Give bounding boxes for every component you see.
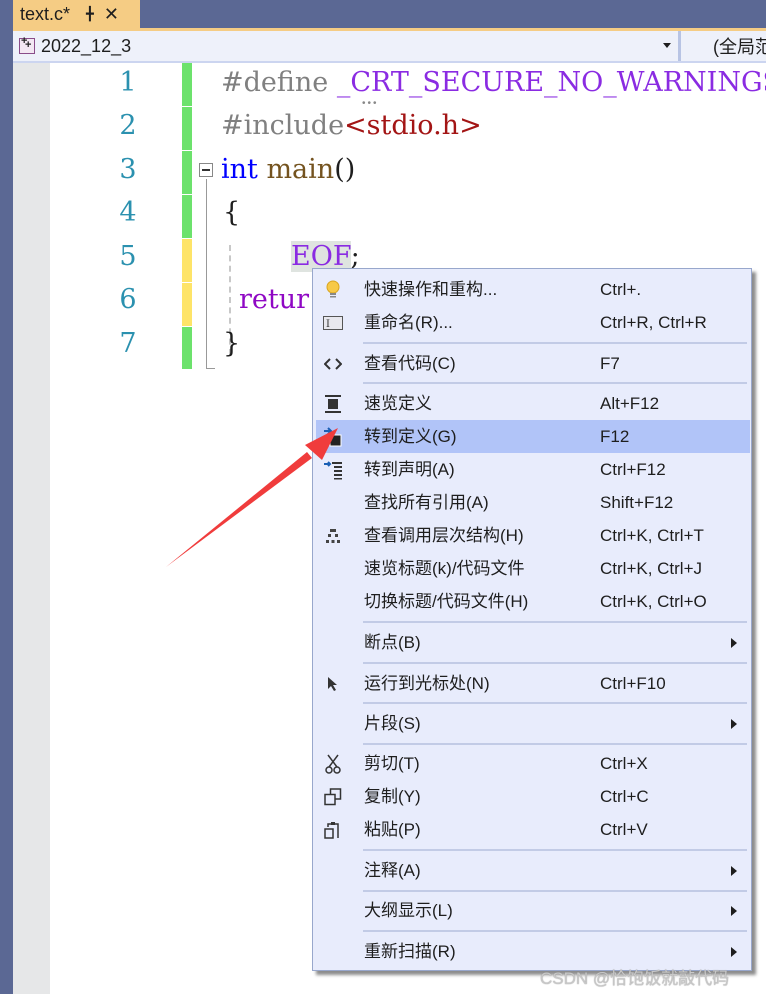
arrow-shaft	[166, 452, 312, 567]
annotation-arrow	[166, 428, 338, 567]
watermark: CSDN @恰饱饭就敲代码	[540, 969, 730, 988]
arrow-head	[305, 428, 338, 460]
